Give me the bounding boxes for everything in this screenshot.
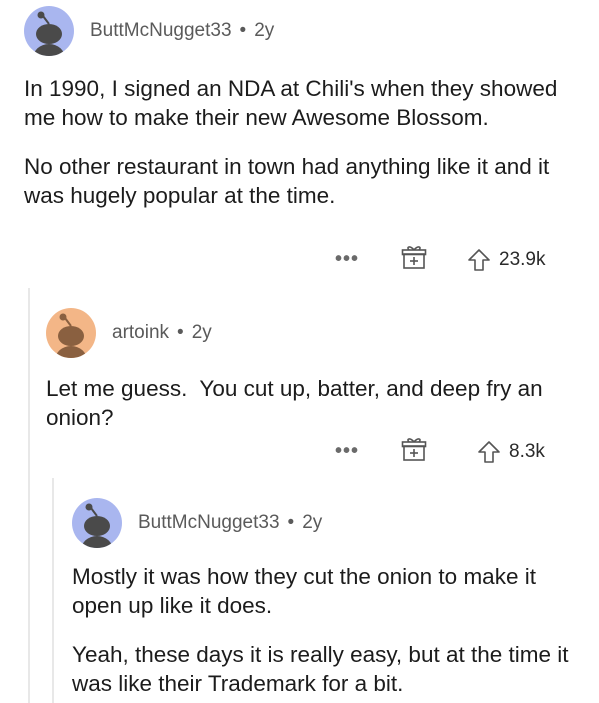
comment-body: In 1990, I signed an NDA at Chili's when… [24, 74, 584, 210]
upvote-icon[interactable] [467, 248, 491, 272]
thread-line-level-1[interactable] [28, 288, 30, 703]
comment-header: ButtMcNugget33 • 2y [72, 496, 582, 550]
thread-line-level-2[interactable] [52, 478, 54, 703]
upvote-button[interactable]: 8.3k [477, 440, 545, 464]
comment-paragraph: No other restaurant in town had anything… [24, 154, 550, 208]
snoo-avatar-icon [55, 313, 87, 358]
comment-1: ButtMcNugget33 • 2y In 1990, I signed an… [24, 4, 584, 210]
comment-actions: ••• 23.9k [335, 244, 546, 275]
comment-age: 2y [191, 322, 212, 343]
separator-dot: • [287, 512, 295, 533]
comment-body: Let me guess. You cut up, batter, and de… [46, 374, 566, 432]
snoo-avatar-icon [33, 11, 65, 56]
comment-paragraph: Let me guess. You cut up, batter, and de… [46, 376, 549, 430]
vote-count: 23.9k [499, 248, 546, 270]
avatar[interactable] [46, 308, 96, 358]
username[interactable]: ButtMcNugget33 [138, 512, 280, 534]
comment-2: artoink • 2y Let me guess. You cut up, b… [46, 306, 576, 432]
upvote-icon[interactable] [477, 440, 501, 464]
upvote-button[interactable]: 23.9k [467, 248, 546, 272]
comment-header: artoink • 2y [46, 306, 576, 360]
comment-paragraph: Mostly it was how they cut the onion to … [72, 564, 536, 618]
avatar[interactable] [24, 6, 74, 56]
comment-body: Mostly it was how they cut the onion to … [72, 562, 572, 698]
username[interactable]: ButtMcNugget33 [90, 20, 232, 42]
separator-dot: • [239, 20, 247, 41]
avatar[interactable] [72, 498, 122, 548]
comment-paragraph: In 1990, I signed an NDA at Chili's when… [24, 76, 558, 130]
comment-age: 2y [254, 20, 275, 41]
gift-icon[interactable] [401, 244, 427, 275]
more-icon[interactable]: ••• [335, 440, 359, 463]
username[interactable]: artoink [112, 322, 169, 344]
comment-paragraph: Yeah, these days it is really easy, but … [72, 642, 569, 696]
gift-icon[interactable] [401, 436, 427, 467]
more-icon[interactable]: ••• [335, 248, 359, 271]
comment-header: ButtMcNugget33 • 2y [24, 4, 584, 58]
comment-3: ButtMcNugget33 • 2y Mostly it was how th… [72, 496, 582, 698]
vote-count: 8.3k [509, 440, 545, 462]
snoo-avatar-icon [81, 503, 113, 548]
comment-age: 2y [302, 512, 323, 533]
comment-actions: ••• 8.3k [335, 436, 545, 467]
separator-dot: • [177, 322, 184, 343]
